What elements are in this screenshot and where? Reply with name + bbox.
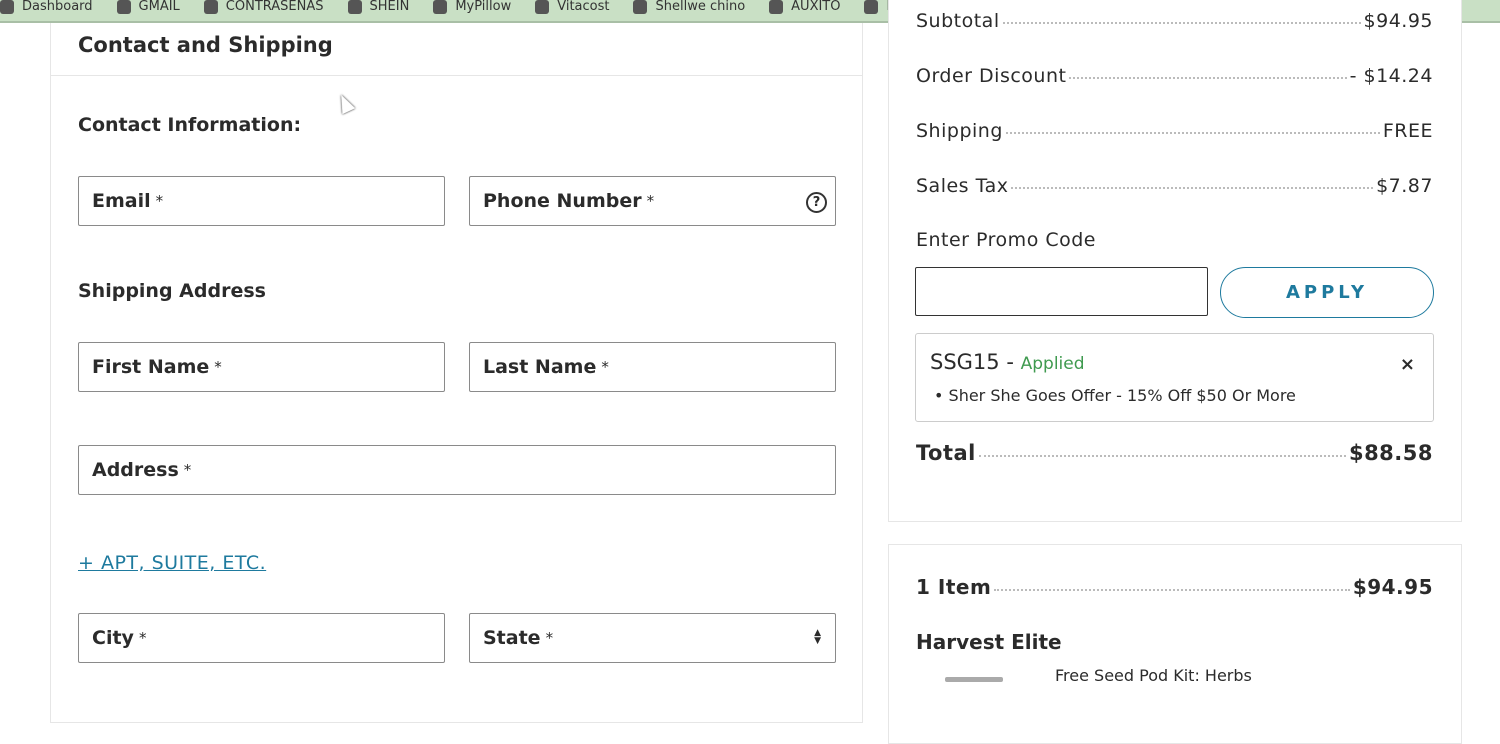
items-amount: $94.95 — [1352, 575, 1433, 599]
email-label: Email — [92, 190, 151, 212]
bookmark-item[interactable]: AUXITO — [769, 0, 840, 14]
promo-code: SSG15 - — [930, 350, 1014, 374]
bookmark-item[interactable]: GMAIL — [116, 0, 180, 14]
subtotal-value: $94.95 — [1363, 10, 1433, 32]
bookmark-icon — [116, 0, 131, 14]
bookmark-label: AUXITO — [791, 0, 841, 14]
promo-label: Enter Promo Code — [916, 229, 1096, 251]
remove-promo-icon[interactable]: × — [1400, 354, 1415, 375]
bookmark-label: Shellwe chino — [655, 0, 746, 14]
dots — [1069, 77, 1347, 79]
phone-label: Phone Number — [483, 190, 642, 212]
bookmark-label: GMAIL — [138, 0, 180, 14]
phone-field[interactable]: Phone Number * ? — [469, 176, 836, 226]
first-name-field[interactable]: First Name * — [78, 342, 445, 392]
required-mark: * — [155, 192, 164, 210]
bookmark-icon — [769, 0, 784, 14]
bookmark-icon — [864, 0, 879, 14]
shipping-row: Shipping FREE — [916, 120, 1433, 142]
product-name: Harvest Elite — [916, 630, 1062, 654]
subtotal-row: Subtotal $94.95 — [916, 10, 1433, 32]
product-image — [945, 677, 1003, 682]
first-name-label: First Name — [92, 356, 210, 378]
help-icon[interactable]: ? — [806, 192, 827, 213]
items-row: 1 Item $94.95 — [916, 575, 1433, 599]
bookmark-icon — [203, 0, 218, 14]
bookmark-label: MyPillow — [455, 0, 512, 14]
total-value: $88.58 — [1348, 441, 1433, 465]
required-mark: * — [183, 461, 192, 479]
bookmark-item[interactable]: MyPillow — [433, 0, 511, 14]
item-count: 1 Item — [916, 575, 992, 599]
select-arrows-icon: ▲ ▼ — [814, 628, 821, 646]
bookmark-item[interactable]: CONTRASEÑAS — [203, 0, 324, 14]
city-field[interactable]: City * — [78, 613, 445, 663]
applied-status: Applied — [1020, 354, 1085, 374]
tax-row: Sales Tax $7.87 — [916, 175, 1433, 197]
dots — [994, 589, 1350, 591]
dots — [1011, 187, 1374, 189]
section-title: Contact and Shipping — [78, 33, 333, 57]
shipping-label: Shipping — [916, 120, 1003, 142]
bookmark-icon — [347, 0, 362, 14]
total-label: Total — [916, 441, 976, 465]
email-field[interactable]: Email * — [78, 176, 445, 226]
bookmark-item[interactable]: SHEIN — [347, 0, 410, 14]
tax-label: Sales Tax — [916, 175, 1009, 197]
shipping-value: FREE — [1382, 120, 1433, 142]
city-label: City — [92, 627, 134, 649]
apply-button[interactable]: APPLY — [1220, 267, 1434, 318]
total-row: Total $88.58 — [916, 441, 1433, 465]
required-mark: * — [138, 629, 147, 647]
dots — [1005, 132, 1380, 134]
apt-suite-link[interactable]: + APT, SUITE, ETC. — [78, 552, 266, 574]
discount-label: Order Discount — [916, 65, 1067, 87]
state-select[interactable]: State * ▲ ▼ — [469, 613, 836, 663]
address-label: Address — [92, 459, 179, 481]
bookmark-label: CONTRASEÑAS — [225, 0, 324, 14]
offer-text: Sher She Goes Offer - 15% Off $50 Or Mor… — [948, 386, 1296, 405]
tax-value: $7.87 — [1376, 175, 1433, 197]
discount-value: - $14.24 — [1349, 65, 1433, 87]
divider — [51, 75, 862, 76]
applied-promo-box: SSG15 - Applied × • Sher She Goes Offer … — [915, 333, 1434, 422]
subtotal-label: Subtotal — [916, 10, 1000, 32]
required-mark: * — [601, 358, 609, 376]
required-mark: * — [646, 192, 655, 210]
shipping-heading: Shipping Address — [78, 280, 266, 302]
state-label: State — [483, 627, 541, 649]
bookmark-item[interactable]: Dashboard — [0, 0, 93, 14]
bookmark-icon — [433, 0, 448, 14]
promo-code-input[interactable] — [915, 267, 1208, 316]
bookmark-item[interactable]: Shellwe chino — [633, 0, 745, 14]
bookmark-icon — [633, 0, 648, 14]
bookmark-label: SHEIN — [369, 0, 410, 14]
bookmark-icon — [0, 0, 14, 14]
bookmark-label: Dashboard — [22, 0, 93, 14]
last-name-field[interactable]: Last Name * — [469, 342, 836, 392]
discount-row: Order Discount - $14.24 — [916, 65, 1433, 87]
bookmark-item[interactable]: Vitacost — [535, 0, 609, 14]
required-mark: * — [214, 358, 222, 376]
last-name-label: Last Name — [483, 356, 597, 378]
required-mark: * — [545, 629, 554, 647]
address-field[interactable]: Address * — [78, 445, 836, 495]
dots — [978, 455, 1346, 457]
addon-name: Free Seed Pod Kit: Herbs — [1055, 666, 1252, 685]
dots — [1002, 22, 1361, 24]
bookmark-label: Vitacost — [557, 0, 610, 14]
contact-heading: Contact Information: — [78, 114, 302, 136]
bookmark-icon — [535, 0, 550, 14]
